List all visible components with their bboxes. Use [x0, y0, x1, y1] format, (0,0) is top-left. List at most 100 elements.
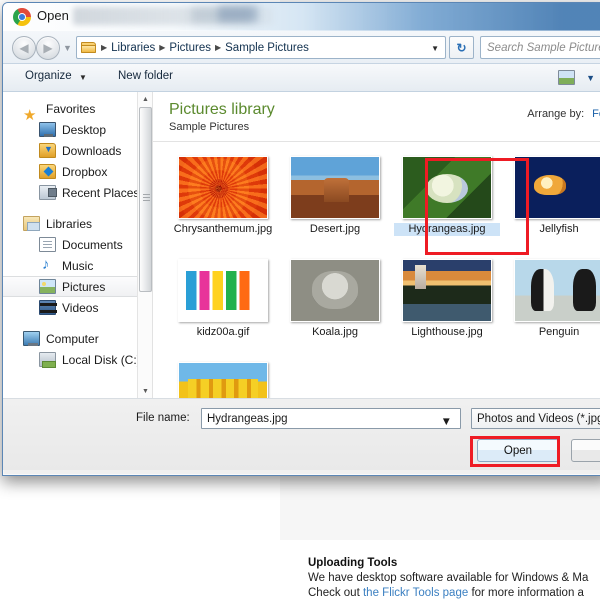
scroll-up-arrow-icon[interactable]: ▲ [138, 92, 152, 106]
sidebar-item-music-label: Music [62, 258, 94, 273]
thumbnail-lighthouse [402, 259, 492, 322]
sidebar-group-libraries[interactable]: Libraries [3, 213, 152, 234]
file-tile-tulips[interactable] [167, 358, 279, 398]
navigation-bar: ◀ ▶ ▼ ▶ Libraries ▶ Pictures ▶ Sample Pi… [3, 31, 600, 64]
music-note-icon [39, 256, 56, 273]
breadcrumb-sample-pictures[interactable]: Sample Pictures [222, 42, 312, 54]
folder-icon-front [81, 45, 96, 53]
sidebar-item-documents[interactable]: Documents [3, 234, 152, 255]
thumbnail-penguins [514, 259, 600, 322]
breadcrumb-address-bar[interactable]: ▶ Libraries ▶ Pictures ▶ Sample Pictures… [76, 36, 446, 59]
thumbnail-wrap [178, 358, 268, 398]
back-button[interactable]: ◀ [12, 36, 36, 60]
breadcrumb-pictures[interactable]: Pictures [166, 42, 214, 54]
library-header: Pictures library Sample Pictures Arrange… [153, 92, 600, 142]
file-tile-lighthouse[interactable]: Lighthouse.jpg [391, 255, 503, 358]
file-tile-hydrangeas[interactable]: Hydrangeas.jpg [391, 152, 503, 255]
navigation-sidebar: ★ Favorites Desktop Downloads Dropbox Re… [3, 92, 153, 398]
sidebar-item-downloads[interactable]: Downloads [3, 140, 152, 161]
uploading-tools-line1: We have desktop software available for W… [308, 572, 589, 584]
open-file-dialog: Open ◀ ▶ ▼ ▶ Libraries ▶ Pictures ▶ Samp… [2, 2, 600, 476]
file-tile-jellyfish[interactable]: Jellyfish [503, 152, 600, 255]
sidebar-item-recent-places[interactable]: Recent Places [3, 182, 152, 203]
thumbnail-wrap [402, 152, 492, 219]
library-folder-icon [23, 216, 40, 231]
dialog-toolbar: Organize ▼ New folder ▼ [3, 64, 600, 92]
thumbnail-wrap [402, 255, 492, 322]
sidebar-item-local-disk[interactable]: Local Disk (C:) [3, 349, 152, 370]
breadcrumb-separator-1: ▶ [159, 43, 166, 52]
file-name-input[interactable]: Hydrangeas.jpg ▼ [201, 408, 461, 429]
sidebar-item-documents-label: Documents [62, 237, 123, 252]
sidebar-item-dropbox-label: Dropbox [62, 164, 108, 179]
thumbnail-wrap [514, 152, 600, 219]
file-name-label: Lighthouse.jpg [411, 326, 483, 338]
back-arrow-icon: ◀ [19, 41, 29, 55]
sidebar-group-favorites[interactable]: ★ Favorites [3, 98, 152, 123]
thumbnail-wrap [514, 255, 600, 322]
new-folder-button[interactable]: New folder [118, 70, 173, 82]
uploading-tools-section: Uploading Tools We have desktop software… [308, 556, 600, 601]
line2-after-text: for more information a [468, 587, 584, 599]
monitor-icon [39, 122, 56, 137]
sidebar-item-local-disk-label: Local Disk (C:) [62, 352, 141, 367]
file-type-filter-value: Photos and Videos (*.jpg [477, 412, 600, 425]
scroll-down-arrow-icon[interactable]: ▼ [138, 384, 152, 398]
sidebar-group-computer-label: Computer [46, 331, 99, 346]
open-button[interactable]: Open [477, 439, 559, 462]
sidebar-scrollbar[interactable]: ▲ ▼ [137, 92, 152, 398]
forward-button[interactable]: ▶ [36, 36, 60, 60]
thumbnail-wrap [290, 255, 380, 322]
file-tile-desert[interactable]: Desert.jpg [279, 152, 391, 255]
sidebar-item-dropbox[interactable]: Dropbox [3, 161, 152, 182]
file-tile-chrysanthemum[interactable]: Chrysanthemum.jpg [167, 152, 279, 255]
sidebar-item-pictures[interactable]: Pictures [3, 276, 152, 297]
view-caret-icon[interactable]: ▼ [586, 73, 595, 83]
flickr-tools-page-link[interactable]: the Flickr Tools page [363, 587, 468, 599]
scrollbar-thumb[interactable] [139, 107, 152, 292]
dialog-titlebar[interactable]: Open [3, 3, 600, 31]
breadcrumb-libraries[interactable]: Libraries [108, 42, 158, 54]
arrange-by-value[interactable]: Fo [592, 108, 600, 120]
uploading-tools-heading: Uploading Tools [308, 557, 398, 569]
uploading-tools-line2: Check out the Flickr Tools page for more… [308, 586, 600, 601]
thumbnail-hydrangeas [402, 156, 492, 219]
breadcrumb-dropdown-caret-icon[interactable]: ▼ [431, 44, 439, 53]
file-type-filter-select[interactable]: Photos and Videos (*.jpg [471, 408, 600, 429]
search-placeholder: Search Sample Pictures [487, 41, 600, 54]
line2-before-text: Check out [308, 587, 363, 599]
sidebar-group-computer[interactable]: Computer [3, 328, 152, 349]
file-name-label: kidz00a.gif [196, 326, 250, 338]
dialog-title: Open [37, 8, 69, 23]
refresh-button[interactable]: ↻ [449, 36, 474, 59]
change-view-icon[interactable] [558, 70, 575, 85]
thumbnail-wrap [178, 255, 268, 322]
thumbnail-kidz00a [178, 259, 268, 322]
sidebar-group-libraries-label: Libraries [46, 216, 93, 231]
file-tile-penguins[interactable]: Penguin [503, 255, 600, 358]
recent-places-icon [39, 185, 57, 200]
sidebar-item-recent-places-label: Recent Places [62, 185, 140, 200]
file-name-dropdown-caret-icon[interactable]: ▼ [441, 416, 452, 428]
file-tile-koala[interactable]: Koala.jpg [279, 255, 391, 358]
arrange-by-control[interactable]: Arrange by: Fo [527, 108, 600, 120]
thumbnail-koala [290, 259, 380, 322]
organize-caret-icon[interactable]: ▼ [79, 73, 87, 82]
search-input[interactable]: Search Sample Pictures [480, 36, 600, 59]
sidebar-item-music[interactable]: Music [3, 255, 152, 276]
file-name-label: Chrysanthemum.jpg [173, 223, 273, 235]
dialog-body: ★ Favorites Desktop Downloads Dropbox Re… [3, 92, 600, 398]
cancel-button[interactable]: C [571, 439, 600, 462]
sidebar-item-videos-label: Videos [62, 300, 99, 315]
forward-arrow-icon: ▶ [43, 41, 53, 55]
file-tile-kidz00a[interactable]: kidz00a.gif [167, 255, 279, 358]
history-dropdown-caret-icon[interactable]: ▼ [63, 43, 72, 53]
organize-button[interactable]: Organize [25, 70, 72, 82]
picture-icon [39, 279, 56, 294]
refresh-icon: ↻ [456, 40, 467, 55]
sidebar-item-videos[interactable]: Videos [3, 297, 152, 318]
file-list-pane: Pictures library Sample Pictures Arrange… [153, 92, 600, 398]
file-grid: Chrysanthemum.jpg Desert.jpg Hydrangeas.… [153, 142, 600, 398]
